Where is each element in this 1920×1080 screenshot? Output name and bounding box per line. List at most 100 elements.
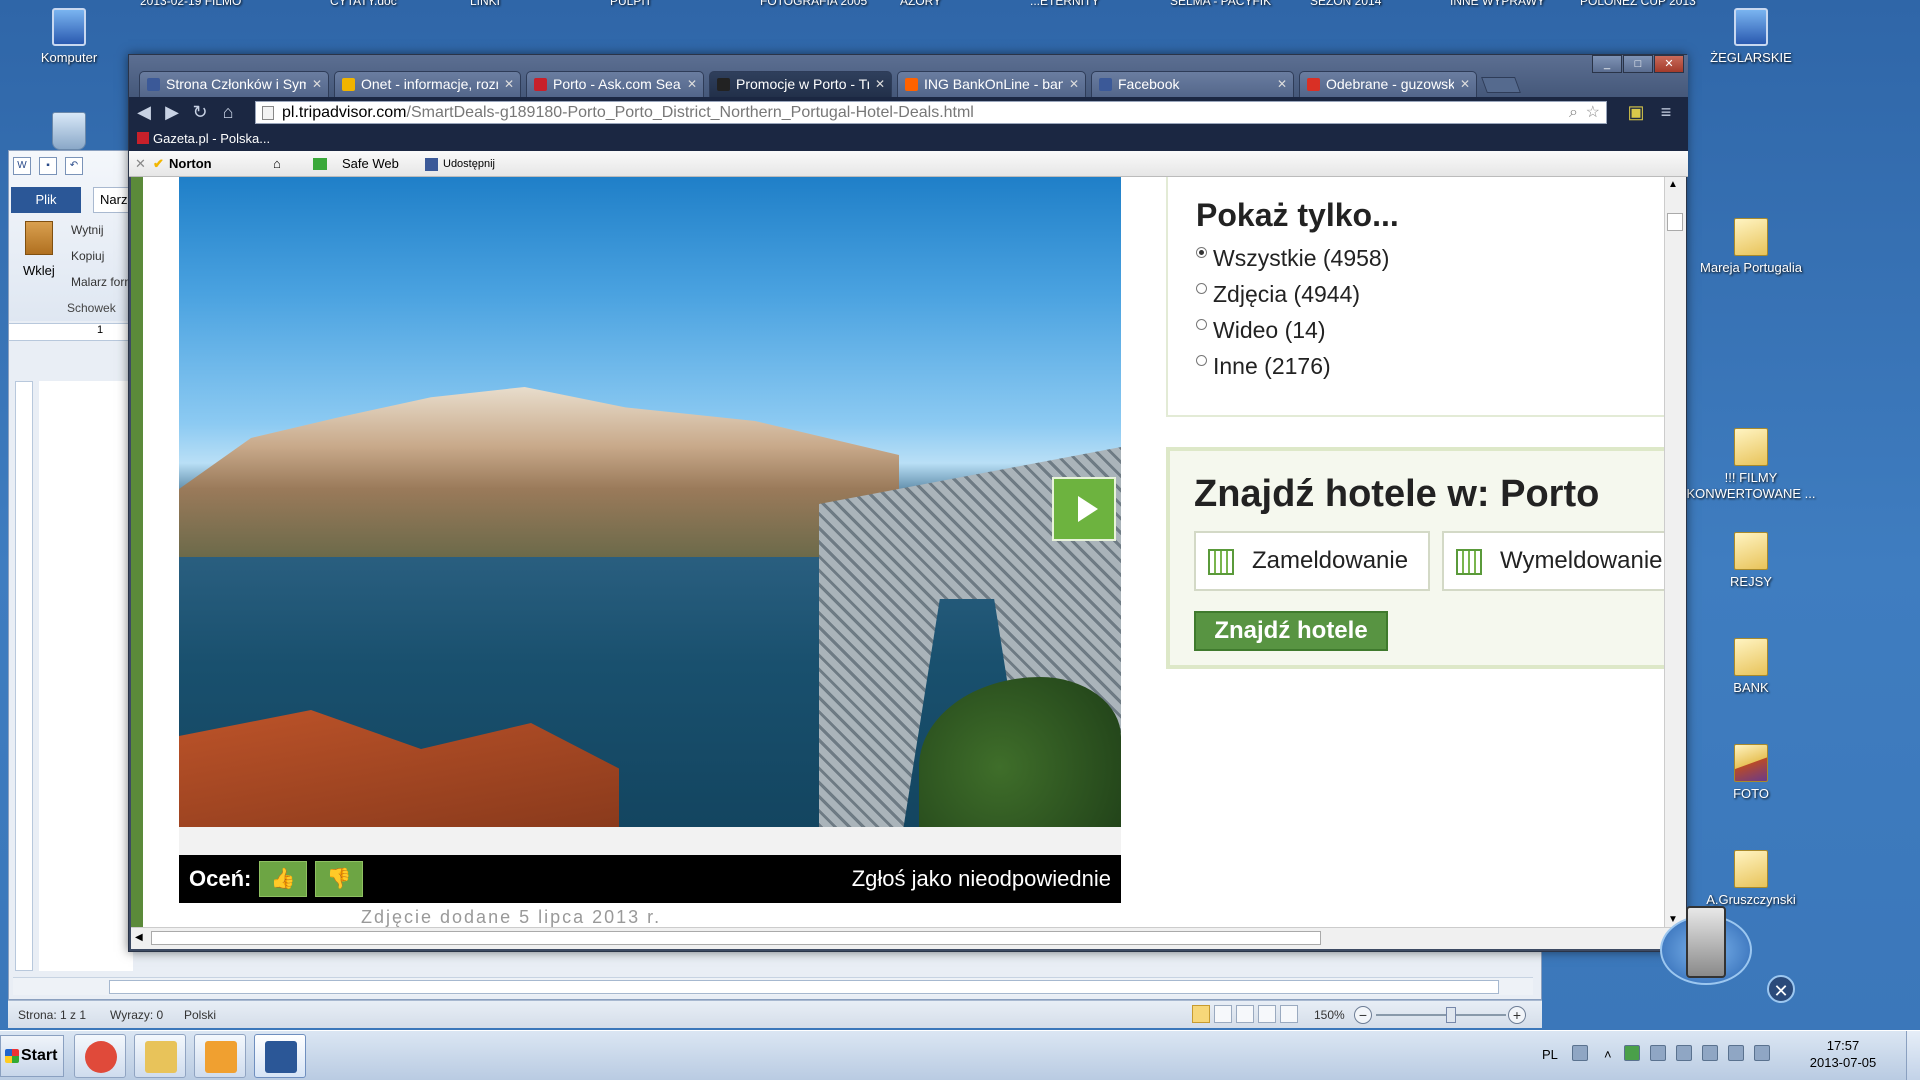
- desktop-icon-label-clipped[interactable]: LINKI: [470, 0, 500, 8]
- tab-close-icon[interactable]: ✕: [1069, 72, 1079, 96]
- browser-tab[interactable]: Onet - informacje, rozrywka ✕: [334, 71, 521, 97]
- desktop-icon-label-clipped[interactable]: CYTATY.doc: [330, 0, 397, 8]
- filter-option[interactable]: Wideo (14): [1196, 317, 1325, 344]
- zoom-slider-track[interactable]: [1376, 1014, 1506, 1016]
- filter-option[interactable]: Inne (2176): [1196, 353, 1331, 380]
- network-icon[interactable]: [1702, 1045, 1718, 1061]
- radio-button[interactable]: [1196, 283, 1207, 294]
- menu-icon[interactable]: ≡: [1655, 101, 1677, 123]
- status-words[interactable]: Wyrazy: 0: [110, 1008, 163, 1022]
- filter-option[interactable]: Wszystkie (4958): [1196, 245, 1389, 272]
- minimize-button[interactable]: _: [1592, 55, 1622, 73]
- radio-button[interactable]: [1196, 319, 1207, 330]
- forward-icon[interactable]: ▶: [161, 101, 183, 123]
- copy-button[interactable]: Kopiuj: [71, 249, 129, 263]
- back-icon[interactable]: ◀: [133, 101, 155, 123]
- browser-tab[interactable]: Promocje w Porto - TripAdvisor ✕: [709, 71, 892, 97]
- home-icon[interactable]: ⌂: [273, 151, 281, 177]
- word-logo-icon[interactable]: W: [13, 157, 31, 175]
- thumbs-down-button[interactable]: 👎: [315, 861, 363, 897]
- outline-view-button[interactable]: [1258, 1005, 1276, 1023]
- web-layout-view-button[interactable]: [1236, 1005, 1254, 1023]
- mobile-phone-icon[interactable]: [1686, 906, 1726, 978]
- porto-photo[interactable]: [179, 177, 1121, 827]
- desktop-icon-item[interactable]: Mareja Portugalia: [1686, 218, 1816, 276]
- browser-tab[interactable]: ING BankOnLine - bankowość ✕: [897, 71, 1086, 97]
- desktop-icon-recycle-bin[interactable]: [4, 112, 134, 154]
- page-vertical-scrollbar[interactable]: ▲ ▼: [1664, 177, 1686, 927]
- desktop-icon-label-clipped[interactable]: INNE WYPRAWY: [1450, 0, 1545, 8]
- taskbar-app-chrome[interactable]: [74, 1034, 126, 1078]
- close-window-button[interactable]: ✕: [1654, 55, 1684, 73]
- page-horizontal-scrollbar[interactable]: ◀ ▶: [131, 927, 1686, 949]
- browser-tab[interactable]: Porto - Ask.com Search ✕: [526, 71, 704, 97]
- start-button[interactable]: Start: [0, 1035, 64, 1077]
- desktop-icon-label-clipped[interactable]: FOTOGRAFIA 2005: [760, 0, 867, 8]
- input-language[interactable]: PL: [1542, 1047, 1558, 1062]
- share-menu[interactable]: Udostępnij: [443, 151, 495, 177]
- tab-close-icon[interactable]: ✕: [1460, 72, 1470, 96]
- bookmark-star-icon[interactable]: ☆: [1586, 102, 1600, 123]
- radio-button[interactable]: [1196, 355, 1207, 366]
- volume-icon[interactable]: [1728, 1045, 1744, 1061]
- paste-icon[interactable]: [25, 221, 53, 255]
- report-link[interactable]: Zgłoś jako nieodpowiednie: [852, 866, 1111, 892]
- desktop-icon-label-clipped[interactable]: AZORY: [900, 0, 941, 8]
- scrollbar-thumb[interactable]: [109, 980, 1499, 994]
- desktop-icon-item[interactable]: FOTO: [1686, 744, 1816, 802]
- taskbar-app-outlook[interactable]: [194, 1034, 246, 1078]
- scroll-up-icon[interactable]: ▲: [1668, 179, 1678, 190]
- find-hotels-button[interactable]: Znajdź hotele: [1194, 611, 1388, 651]
- bookmark-gazeta[interactable]: Gazeta.pl - Polska...: [153, 131, 270, 146]
- norton-menu[interactable]: Norton: [169, 151, 212, 177]
- desktop-icon-item[interactable]: A.Gruszczynski: [1686, 850, 1816, 908]
- home-icon[interactable]: ⌂: [217, 101, 239, 123]
- zoom-slider-handle[interactable]: [1446, 1007, 1456, 1023]
- word-horizontal-scrollbar[interactable]: [13, 977, 1533, 995]
- undo-icon[interactable]: ↶: [65, 157, 83, 175]
- zoom-out-icon[interactable]: −: [1354, 1006, 1372, 1024]
- keyboard-icon[interactable]: [1572, 1045, 1588, 1061]
- filter-option[interactable]: Zdjęcia (4944): [1196, 281, 1360, 308]
- tab-file[interactable]: Plik: [11, 187, 81, 213]
- desktop-icon-label-clipped[interactable]: POLONEZ CUP 2013: [1580, 0, 1696, 8]
- desktop-icon-label-clipped[interactable]: ...ETERNITY: [1030, 0, 1099, 8]
- status-language[interactable]: Polski: [184, 1008, 216, 1022]
- cut-button[interactable]: Wytnij: [71, 223, 129, 237]
- taskbar-app-word[interactable]: [254, 1034, 306, 1078]
- extension-icon[interactable]: ▣: [1625, 101, 1647, 123]
- radio-button[interactable]: [1196, 247, 1207, 258]
- checkout-field[interactable]: Wymeldowanie: [1442, 531, 1664, 591]
- browser-tab[interactable]: Strona Członków i Sympatyków ✕: [139, 71, 329, 97]
- new-tab-button[interactable]: [1481, 77, 1521, 93]
- tab-close-icon[interactable]: ✕: [312, 72, 322, 96]
- desktop-icon-label-clipped[interactable]: SELMA - PACYFIK: [1170, 0, 1271, 8]
- cloud-icon[interactable]: [1754, 1045, 1770, 1061]
- show-hidden-icons[interactable]: ˄: [1604, 1047, 1612, 1062]
- tab-home[interactable]: Narzędzia główne: [93, 187, 133, 213]
- desktop-icon-label-clipped[interactable]: SEZON 2014: [1310, 0, 1381, 8]
- battery-icon[interactable]: [1676, 1045, 1692, 1061]
- zoom-in-icon[interactable]: +: [1508, 1006, 1526, 1024]
- vertical-ruler[interactable]: [15, 381, 33, 971]
- show-desktop-button[interactable]: [1906, 1031, 1920, 1080]
- desktop-icon-item[interactable]: REJSY: [1686, 532, 1816, 590]
- norton-tray-icon[interactable]: [1624, 1045, 1640, 1061]
- desktop-icon-item[interactable]: BANK: [1686, 638, 1816, 696]
- scrollbar-thumb[interactable]: [1667, 213, 1683, 231]
- tab-close-icon[interactable]: ✕: [1277, 72, 1287, 96]
- clock[interactable]: 17:57 2013-07-05: [1808, 1037, 1878, 1071]
- tab-close-icon[interactable]: ✕: [504, 72, 514, 96]
- reload-icon[interactable]: ↻: [189, 101, 211, 123]
- taskbar-app-explorer[interactable]: [134, 1034, 186, 1078]
- desktop-icon-item[interactable]: ŻEGLARSKIE: [1686, 8, 1816, 66]
- save-icon[interactable]: ▪: [39, 157, 57, 175]
- document-page[interactable]: [39, 381, 133, 971]
- close-icon[interactable]: ✕: [1767, 975, 1795, 1003]
- next-photo-button[interactable]: [1052, 477, 1116, 541]
- address-bar[interactable]: pl.tripadvisor.com/SmartDeals-g189180-Po…: [255, 101, 1607, 124]
- scroll-left-icon[interactable]: ◀: [135, 932, 143, 943]
- zoom-level[interactable]: 150%: [1314, 1008, 1345, 1022]
- full-screen-view-button[interactable]: [1214, 1005, 1232, 1023]
- scrollbar-thumb[interactable]: [151, 931, 1321, 945]
